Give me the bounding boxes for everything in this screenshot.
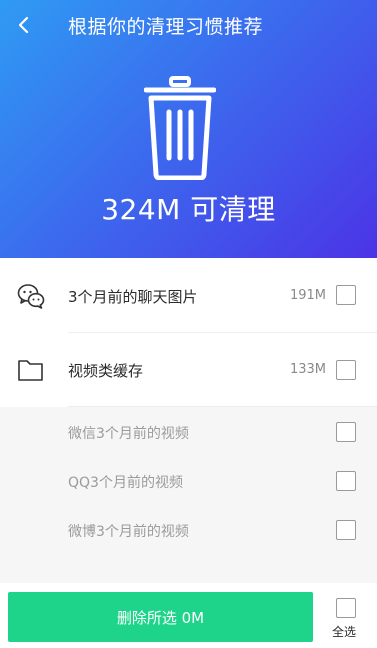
chat-images-checkbox[interactable] (336, 285, 356, 305)
qq-video-checkbox[interactable] (336, 471, 356, 491)
subitem-qq-video[interactable]: QQ3个月前的视频 (0, 462, 377, 502)
select-all-checkbox[interactable] (336, 598, 356, 618)
bottom-action-bar: 删除所选 0M 全选 (0, 583, 377, 648)
subitem-weibo-video[interactable]: 微博3个月前的视频 (0, 511, 377, 551)
cleanable-size: 324M 可清理 (101, 193, 276, 226)
weibo-video-checkbox[interactable] (336, 520, 356, 540)
wechat-video-checkbox[interactable] (336, 422, 356, 442)
page-title: 根据你的清理习惯推荐 (68, 16, 264, 38)
cleanup-hero: 根据你的清理习惯推荐 324M 可清理 (0, 0, 377, 258)
folder-icon (18, 360, 43, 381)
trash-icon (144, 76, 216, 180)
subitem-wechat-video[interactable]: 微信3个月前的视频 (0, 413, 377, 453)
video-cache-subitems: 微信3个月前的视频 QQ3个月前的视频 微博3个月前的视频 (0, 407, 377, 583)
delete-selected-button[interactable]: 删除所选 0M (8, 592, 313, 642)
wechat-icon (17, 284, 45, 309)
item-label: 视频类缓存 (68, 362, 144, 380)
subitem-label: QQ3个月前的视频 (68, 475, 183, 491)
video-cache-checkbox[interactable] (336, 360, 356, 380)
item-size: 191M (289, 288, 326, 303)
item-label: 3个月前的聊天图片 (68, 288, 198, 306)
subitem-label: 微博3个月前的视频 (68, 524, 189, 540)
list-item-chat-images[interactable]: 3个月前的聊天图片 191M (0, 258, 377, 330)
list-item-video-cache[interactable]: 视频类缓存 133M (0, 334, 377, 406)
divider (68, 332, 377, 333)
item-size: 133M (289, 362, 326, 377)
select-all-label[interactable]: 全选 (332, 623, 356, 640)
chevron-left-icon[interactable] (14, 14, 36, 36)
subitem-label: 微信3个月前的视频 (68, 426, 189, 442)
